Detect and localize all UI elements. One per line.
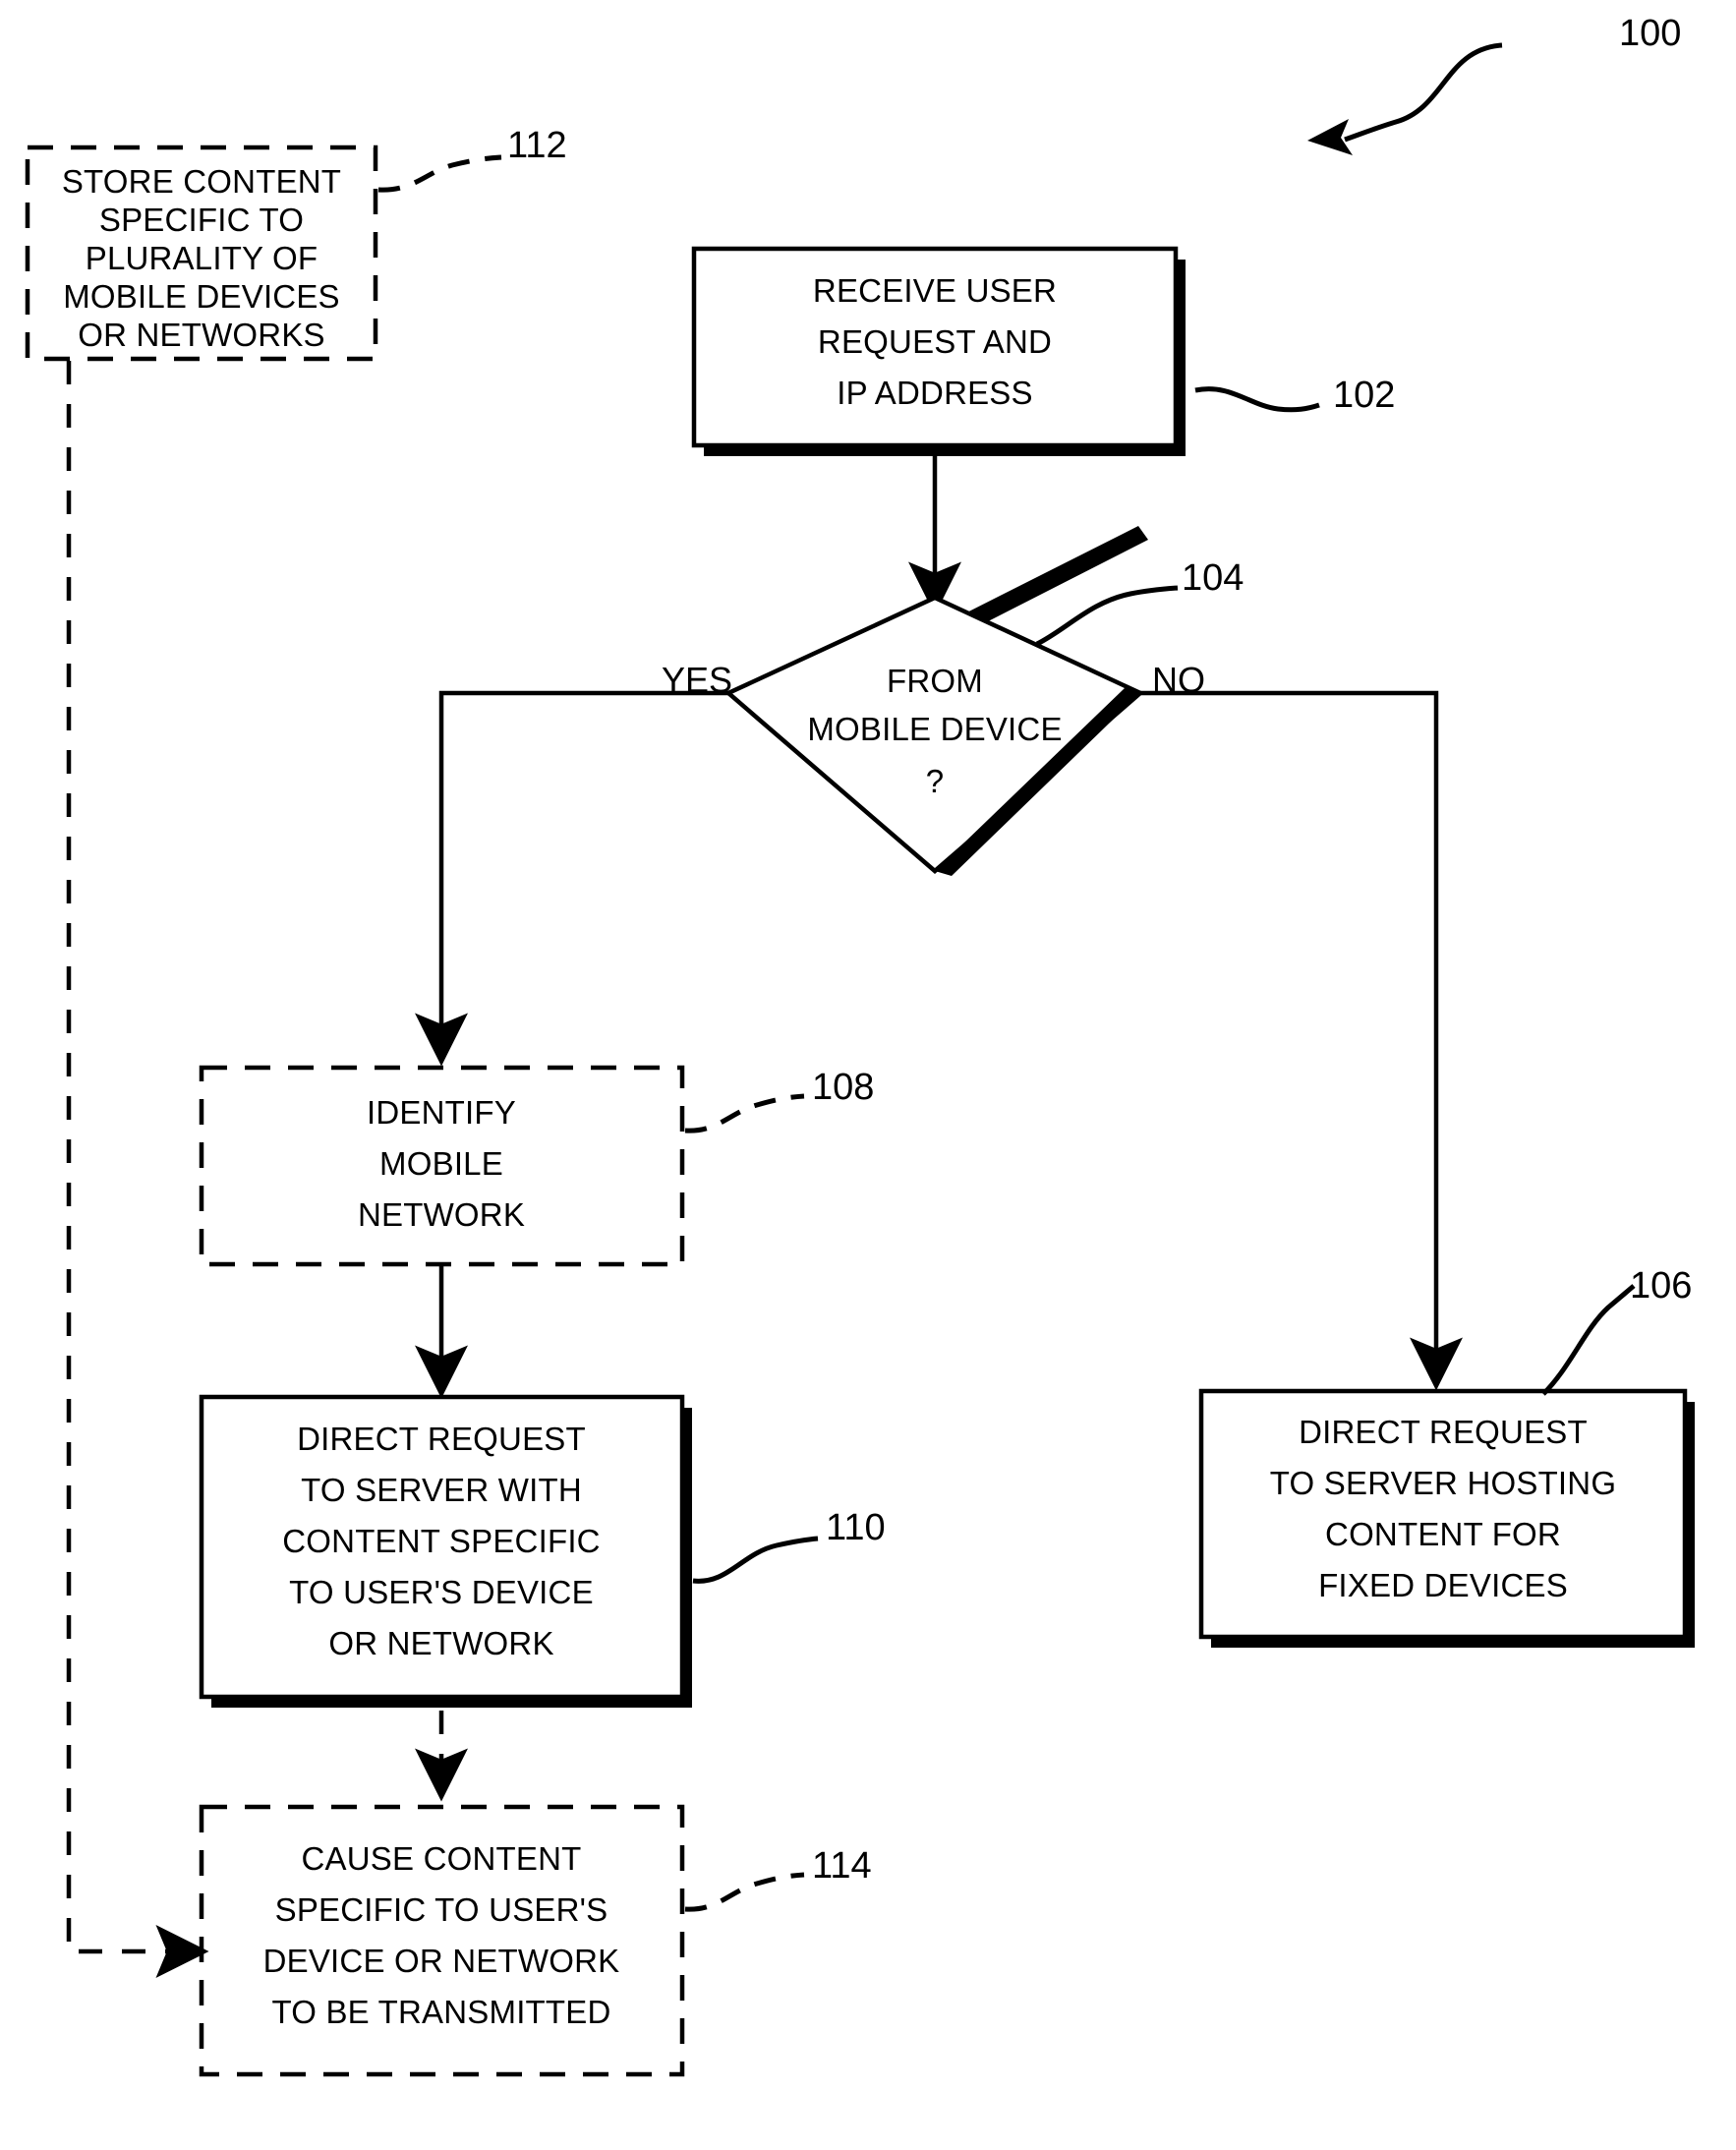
- node-112-line-0: STORE CONTENT: [62, 163, 341, 200]
- node-104[interactable]: FROM MOBILE DEVICE ?: [723, 526, 1148, 876]
- node-114-line-3: TO BE TRANSMITTED: [271, 1994, 610, 2030]
- node-106[interactable]: DIRECT REQUEST TO SERVER HOSTING CONTENT…: [1198, 1388, 1695, 1648]
- node-106-line-3: FIXED DEVICES: [1318, 1567, 1568, 1603]
- node-108-line-0: IDENTIFY: [367, 1094, 516, 1131]
- node-102-line-1: REQUEST AND: [818, 323, 1052, 360]
- node-102-line-0: RECEIVE USER: [813, 272, 1057, 309]
- node-104-line-2: ?: [926, 763, 945, 799]
- node-102-ref-leader: [1194, 386, 1320, 413]
- patent-figure-page: 100 STORE CONTENT SPECIFIC TO PLURALITY …: [0, 0, 1736, 2150]
- figure-ref-100: 100: [1307, 13, 1681, 155]
- node-114-ref-label: 114: [812, 1845, 872, 1887]
- node-108-ref-label: 108: [812, 1067, 874, 1108]
- node-104-ref-label: 104: [1182, 557, 1244, 599]
- edge-112-to-114: [66, 361, 209, 1978]
- node-112-line-3: MOBILE DEVICES: [63, 278, 340, 315]
- node-102-ref-label: 102: [1333, 375, 1395, 416]
- node-108-line-2: NETWORK: [358, 1196, 525, 1233]
- node-102-line-2: IP ADDRESS: [837, 375, 1032, 411]
- edge-104-no-to-106: [1140, 690, 1463, 1391]
- node-114-line-0: CAUSE CONTENT: [302, 1840, 582, 1877]
- node-112[interactable]: STORE CONTENT SPECIFIC TO PLURALITY OF M…: [25, 145, 378, 362]
- node-110-line-2: CONTENT SPECIFIC: [282, 1523, 600, 1559]
- node-106-ref-leader: [1541, 1284, 1636, 1396]
- edge-104-yes-to-108: [415, 690, 728, 1067]
- node-106-line-2: CONTENT FOR: [1325, 1516, 1561, 1552]
- node-110[interactable]: DIRECT REQUEST TO SERVER WITH CONTENT SP…: [199, 1394, 692, 1708]
- node-110-line-0: DIRECT REQUEST: [297, 1421, 586, 1457]
- node-112-ref-leader: [377, 154, 502, 193]
- node-112-line-4: OR NETWORKS: [78, 317, 325, 353]
- node-114-line-2: DEVICE OR NETWORK: [263, 1943, 620, 1979]
- node-110-line-3: TO USER'S DEVICE: [289, 1574, 594, 1610]
- node-114[interactable]: CAUSE CONTENT SPECIFIC TO USER'S DEVICE …: [199, 1804, 685, 2077]
- node-102-ref: 102: [1194, 375, 1395, 416]
- node-110-ref: 110: [692, 1507, 886, 1584]
- figure-ref-100-label: 100: [1619, 13, 1681, 54]
- node-104-line-1: MOBILE DEVICE: [807, 711, 1062, 747]
- node-114-ref-leader: [684, 1872, 805, 1912]
- node-112-ref-label: 112: [507, 125, 567, 166]
- node-110-ref-label: 110: [826, 1507, 886, 1548]
- node-106-ref-label: 106: [1630, 1265, 1692, 1307]
- flowchart-canvas: 100 STORE CONTENT SPECIFIC TO PLURALITY …: [25, 13, 1695, 2077]
- node-112-line-2: PLURALITY OF: [86, 240, 318, 276]
- node-106-ref: 106: [1541, 1265, 1692, 1396]
- node-110-line-4: OR NETWORK: [328, 1625, 553, 1661]
- node-108[interactable]: IDENTIFY MOBILE NETWORK: [199, 1065, 685, 1267]
- node-108-ref-leader: [684, 1093, 805, 1133]
- node-108-line-1: MOBILE: [379, 1145, 503, 1182]
- node-110-ref-leader: [692, 1536, 819, 1584]
- node-104-ref-leader: [1035, 585, 1179, 647]
- figure-ref-100-leader: [1344, 42, 1503, 143]
- node-112-line-1: SPECIFIC TO: [99, 202, 304, 238]
- node-102[interactable]: RECEIVE USER REQUEST AND IP ADDRESS: [691, 246, 1186, 456]
- node-110-line-1: TO SERVER WITH: [301, 1472, 582, 1508]
- node-106-line-1: TO SERVER HOSTING: [1270, 1465, 1616, 1501]
- node-112-ref: 112: [377, 125, 567, 193]
- node-114-ref: 114: [684, 1845, 872, 1912]
- node-114-line-1: SPECIFIC TO USER'S: [275, 1891, 608, 1928]
- node-106-line-0: DIRECT REQUEST: [1299, 1414, 1588, 1450]
- node-108-ref: 108: [684, 1067, 874, 1133]
- node-104-line-0: FROM: [887, 663, 983, 699]
